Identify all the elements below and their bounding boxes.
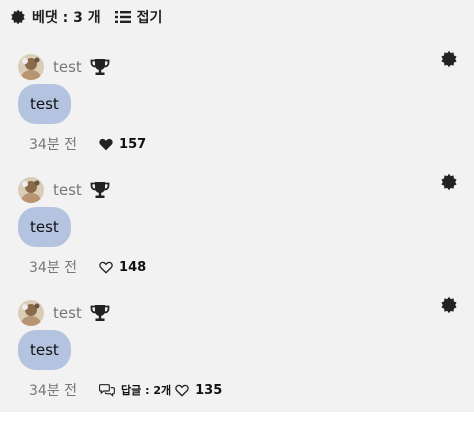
comment-bubble: test bbox=[18, 207, 71, 247]
comment-time: 34분 전 bbox=[29, 260, 78, 276]
heart-filled-icon bbox=[99, 138, 113, 151]
comment-meta: 34분 전 답글 : 2개 135 bbox=[29, 380, 222, 400]
avatar[interactable] bbox=[18, 54, 44, 80]
comment-bubble: test bbox=[18, 84, 71, 124]
comment-time: 34분 전 bbox=[29, 137, 78, 153]
avatar[interactable] bbox=[18, 300, 44, 326]
best-comment-count: 베댓 : 3 개 bbox=[32, 10, 101, 26]
comment-item: test test 34분 전 bbox=[18, 173, 458, 287]
comment-time: 34분 전 bbox=[29, 383, 78, 399]
comment-author-row: test bbox=[18, 177, 110, 203]
collapse-toggle[interactable]: 접기 bbox=[114, 7, 163, 27]
trophy-icon bbox=[90, 181, 110, 199]
like-count: 135 bbox=[195, 382, 223, 398]
badge-menu-icon[interactable] bbox=[440, 50, 458, 68]
trophy-icon bbox=[90, 58, 110, 76]
reply-button[interactable]: 답글 : 2개 bbox=[99, 382, 171, 398]
heart-outline-icon bbox=[99, 261, 113, 274]
comment-item: test test 34분 전 bbox=[18, 296, 458, 410]
comment-username[interactable]: test bbox=[53, 304, 82, 322]
best-comments-header: 베댓 : 3 개 접기 bbox=[10, 6, 162, 28]
comment-author-row: test bbox=[18, 300, 110, 326]
avatar[interactable] bbox=[18, 177, 44, 203]
comment-meta: 34분 전 157 bbox=[29, 134, 146, 154]
badge-menu-icon[interactable] bbox=[440, 296, 458, 314]
comment-meta: 34분 전 148 bbox=[29, 257, 146, 277]
like-button[interactable]: 157 bbox=[99, 137, 146, 152]
comment-author-row: test bbox=[18, 54, 110, 80]
best-comments-panel: 베댓 : 3 개 접기 test test 34분 전 157 test tes… bbox=[0, 0, 474, 412]
comment-bubble: test bbox=[18, 330, 71, 370]
comment-item: test test 34분 전 bbox=[18, 50, 458, 164]
trophy-icon bbox=[90, 304, 110, 322]
collapse-label: 접기 bbox=[136, 10, 163, 26]
like-count: 157 bbox=[119, 136, 147, 152]
like-button[interactable]: 135 bbox=[175, 383, 222, 398]
like-button[interactable]: 148 bbox=[99, 260, 146, 275]
badge-menu-icon[interactable] bbox=[440, 173, 458, 191]
chat-bubbles-icon bbox=[99, 383, 115, 397]
like-count: 148 bbox=[119, 259, 147, 275]
reply-count: 답글 : 2개 bbox=[121, 384, 172, 397]
comment-username[interactable]: test bbox=[53, 58, 82, 76]
badge-icon bbox=[10, 9, 26, 25]
comment-username[interactable]: test bbox=[53, 181, 82, 199]
heart-outline-icon bbox=[175, 384, 189, 397]
list-icon bbox=[114, 10, 131, 24]
